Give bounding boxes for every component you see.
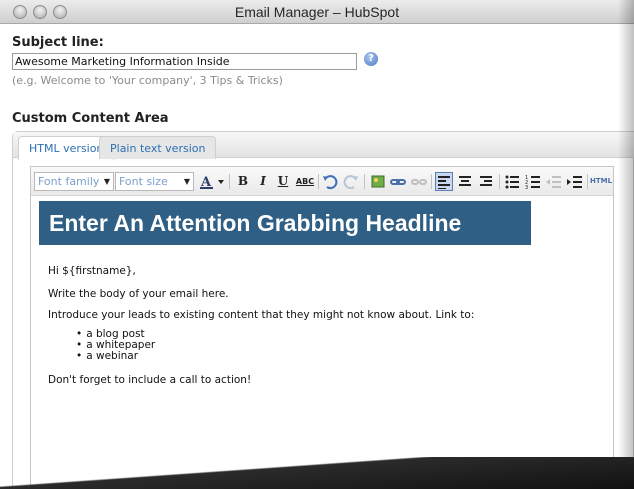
- content-area-label: Custom Content Area: [12, 111, 169, 126]
- undo-icon: [323, 175, 338, 190]
- text-color-button[interactable]: A: [198, 172, 226, 191]
- indent-icon: [567, 176, 582, 188]
- font-family-value: Font family: [38, 175, 100, 188]
- body-paragraph-1[interactable]: Write the body of your email here.: [48, 288, 229, 300]
- redo-button[interactable]: [342, 172, 360, 191]
- align-left-icon: [438, 176, 450, 189]
- html-source-button[interactable]: HTML: [590, 172, 612, 191]
- svg-text:3: 3: [525, 185, 528, 191]
- outdent-icon: [546, 176, 561, 188]
- bottom-shadow: [0, 457, 634, 489]
- font-family-select[interactable]: Font family ▼: [34, 172, 114, 191]
- subject-hint: (e.g. Welcome to 'Your company', 3 Tips …: [12, 74, 283, 87]
- call-to-action-text[interactable]: Don't forget to include a call to action…: [48, 374, 251, 386]
- font-size-value: Font size: [119, 175, 168, 188]
- window-title: Email Manager – HubSpot: [234, 4, 400, 20]
- undo-button[interactable]: [321, 172, 339, 191]
- align-center-button[interactable]: [456, 172, 474, 191]
- subject-input[interactable]: [12, 53, 357, 70]
- greeting-text[interactable]: Hi ${firstname},: [48, 265, 136, 277]
- email-headline[interactable]: Enter An Attention Grabbing Headline: [39, 201, 531, 245]
- link-list: a blog post a whitepaper a webinar: [76, 329, 155, 362]
- spellcheck-button[interactable]: ABC: [294, 172, 316, 191]
- tab-plain-text-version[interactable]: Plain text version: [99, 136, 217, 159]
- chevron-down-icon: ▼: [103, 177, 110, 186]
- redo-icon: [343, 175, 358, 190]
- unlink-button[interactable]: [410, 172, 428, 191]
- font-size-select[interactable]: Font size ▼: [115, 172, 194, 191]
- align-center-icon: [459, 176, 471, 186]
- numbered-list-button[interactable]: 1 2 3: [524, 172, 542, 191]
- title-bar: Email Manager – HubSpot: [0, 0, 634, 24]
- toolbar-divider: [499, 174, 500, 189]
- insert-link-button[interactable]: [389, 172, 407, 191]
- underline-button[interactable]: U: [274, 172, 292, 191]
- insert-image-button[interactable]: [369, 172, 387, 191]
- align-right-button[interactable]: [477, 172, 495, 191]
- bullet-list-button[interactable]: [503, 172, 521, 191]
- toolbar-divider: [318, 174, 319, 189]
- toolbar-divider: [587, 174, 588, 189]
- italic-button[interactable]: I: [254, 172, 272, 191]
- subject-label: Subject line:: [12, 35, 104, 50]
- toolbar-divider: [364, 174, 365, 189]
- align-left-button[interactable]: [435, 172, 453, 191]
- insert-image-icon: [371, 175, 385, 188]
- insert-link-icon: [390, 179, 406, 185]
- align-right-icon: [480, 176, 492, 186]
- toolbar-divider: [431, 174, 432, 189]
- bullet-list-icon: [505, 175, 519, 189]
- list-item[interactable]: a webinar: [76, 351, 155, 362]
- toolbar-divider: [229, 174, 230, 189]
- outdent-button[interactable]: [545, 172, 563, 191]
- window-edge-shadow: [618, 0, 634, 489]
- chevron-down-icon: ▼: [183, 177, 190, 186]
- numbered-list-icon: 1 2 3: [525, 175, 540, 191]
- help-icon[interactable]: ?: [364, 52, 378, 66]
- bold-button[interactable]: B: [234, 172, 252, 191]
- indent-button[interactable]: [566, 172, 584, 191]
- unlink-icon: [411, 179, 427, 185]
- body-paragraph-2[interactable]: Introduce your leads to existing content…: [48, 309, 474, 321]
- text-color-icon: A: [200, 175, 224, 190]
